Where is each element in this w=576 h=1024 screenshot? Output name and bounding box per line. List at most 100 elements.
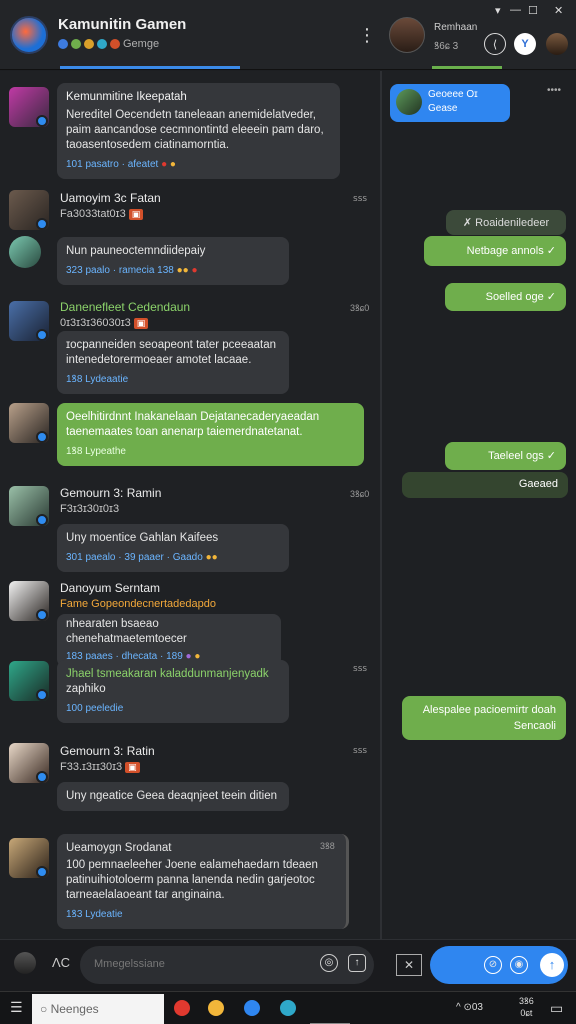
message-meta: Fa3033tat0ɪ3 ▣ <box>60 208 144 220</box>
message-reactions[interactable]: 1ꝸ8 Lydeaatie <box>66 372 280 387</box>
message-sender: Danenefleet Cedendaun <box>60 300 191 314</box>
message-reactions[interactable]: 100 peeledie <box>66 701 280 716</box>
verified-icon <box>36 329 48 341</box>
audio-icon[interactable]: ⊘ <box>484 956 502 974</box>
message-bubble[interactable]: ɪocpanneiden seoapeont tater pceeaatan i… <box>57 331 289 394</box>
message-text: 100 pemnaeleeher Joene ealamehaedarn tde… <box>66 859 318 871</box>
gif-icon[interactable]: ◉ <box>510 956 528 974</box>
message-time: ꜱꜱꜱ <box>353 193 368 203</box>
contact-avatar[interactable] <box>389 17 425 53</box>
message-time: ꜱꜱꜱ <box>353 745 368 755</box>
member-dot-icon <box>84 39 94 49</box>
send-bar[interactable]: ⊘ ◉ ↑ <box>430 946 568 984</box>
attach-icon[interactable]: ↑ <box>348 954 366 972</box>
verified-icon <box>36 609 48 621</box>
message-text: intenedetorermoeaer amotet lacaae. <box>66 354 252 366</box>
right-tab-indicator <box>432 66 502 69</box>
app-icon-chrome[interactable] <box>174 1000 190 1016</box>
message-text: Nereditel Oecendetn taneleaan anemidelat… <box>66 109 316 121</box>
outgoing-message[interactable]: Alespalee pacioemirtr doah Sencaoli <box>402 696 566 740</box>
message-bubble[interactable]: Nun pauneoctemndiidepaiy 323 paalo · ram… <box>57 237 289 285</box>
message-text: Uny moentice Gahlan Kaifees <box>66 532 219 544</box>
message-sender: Uamoyim 3c Fatan <box>60 191 161 205</box>
dropdown-icon[interactable]: ▾ <box>495 4 501 17</box>
outgoing-message[interactable]: Soelled oge ✓ <box>445 283 566 311</box>
group-title: Kamunitin Gamen <box>58 16 187 33</box>
chat-thread[interactable]: Kemunmitine Ikeepatah Nereditel Oecendet… <box>0 71 380 939</box>
taskbar: ☰ ○ Neenges ^ ⊙03 3ꝸ6 0ɕt ▭ <box>0 991 576 1024</box>
app-icon-browser[interactable] <box>244 1000 260 1016</box>
verified-icon <box>36 218 48 230</box>
message-bubble[interactable]: Jhael tsmeakaran kaladdunmanjenyadk zaph… <box>57 660 289 723</box>
app-icon-chat[interactable] <box>280 1000 296 1016</box>
maximize-icon[interactable]: ☐ <box>528 4 538 17</box>
verified-icon <box>36 771 48 783</box>
pinned-avatar <box>396 89 422 115</box>
app-icon-emoji[interactable] <box>208 1000 224 1016</box>
avatar[interactable] <box>9 236 41 268</box>
message-bubble[interactable]: Uny ngeatice Geea deaqnjeet teein ditien <box>57 782 289 811</box>
message-bubble[interactable]: Kemunmitine Ikeepatah Nereditel Oecendet… <box>57 83 340 179</box>
pinned-text: Geoeee Oɪ Gease <box>428 89 478 114</box>
outgoing-message[interactable]: ✗ Roaideniledeer <box>446 210 566 235</box>
member-dot-icon <box>71 39 81 49</box>
start-menu-icon[interactable]: ☰ <box>10 999 23 1016</box>
message-meta: Fame Gopeondecnertadedapdo <box>60 598 216 610</box>
more-options-icon[interactable]: ⋮ <box>358 26 376 44</box>
message-meta: F3ɪ3ɪ30ɪ0ɪ3 <box>60 503 120 515</box>
message-reactions[interactable]: 323 paalo · ramecia 138 ●● ● <box>66 263 280 278</box>
verified-icon <box>36 866 48 878</box>
message-meta: F33.ɪ3ɪɪ30ɪ3 ▣ <box>60 761 140 773</box>
verified-icon <box>36 689 48 701</box>
composer: ɅC Mmegelssiane ◎ ↑ ✕ ⊘ ◉ ↑ <box>0 939 576 991</box>
active-tab-indicator <box>60 66 240 69</box>
message-reactions[interactable]: 1ꝸ3 Lydeatie <box>66 907 337 922</box>
notification-icon[interactable]: ▭ <box>550 1000 563 1017</box>
send-icon[interactable]: ↑ <box>540 953 564 977</box>
profile-icon[interactable]: Y <box>514 33 536 55</box>
outgoing-message[interactable]: Netbage annols ✓ <box>424 236 566 266</box>
message-time: 3ꝸɕ0 <box>350 489 370 499</box>
close-icon[interactable]: ✕ <box>554 4 563 17</box>
clock[interactable]: 3ꝸ6 0ɕt <box>519 995 534 1019</box>
member-dot-icon <box>110 39 120 49</box>
user-avatar-icon[interactable] <box>546 33 568 55</box>
message-text: zaphiko <box>66 683 106 695</box>
member-dot-icon <box>97 39 107 49</box>
message-reactions[interactable]: 301 paealo · 39 paaer · Gaado ●● <box>66 550 280 565</box>
side-chat[interactable]: Geoeee Oɪ Gease •••• ✗ Roaideniledeer Ne… <box>382 71 576 939</box>
outgoing-message[interactable]: Taeleel ogs ✓ <box>445 442 566 470</box>
app-logo <box>10 16 48 54</box>
emoji-icon[interactable]: ◎ <box>320 954 338 972</box>
more-dots-icon[interactable]: •••• <box>547 85 561 96</box>
tray-icons[interactable]: ^ ⊙03 <box>456 1002 483 1013</box>
member-dot-icon <box>58 39 68 49</box>
message-reactions[interactable]: 1ꝸ8 Lypeathe <box>66 444 355 459</box>
message-time: 3ꝸ8 <box>320 841 335 851</box>
message-bubble[interactable]: Oeelhitirdnnt Inakanelaan Dejatanecadery… <box>57 403 364 466</box>
verified-icon <box>36 115 48 127</box>
verified-icon <box>36 514 48 526</box>
message-reactions[interactable]: 101 pasatro · afeatet ● ● <box>66 157 331 172</box>
message-time: 3ꝸɕ0 <box>350 303 370 313</box>
screenshot-icon[interactable]: ✕ <box>396 954 422 976</box>
message-text: taoasentosedem ciatinamorntia. <box>66 139 230 151</box>
group-subtitle: Gemge <box>58 38 159 50</box>
message-text: paim aancandose cecmnontintd eleeein pam… <box>66 124 324 136</box>
message-text: patinuihiotoloerm panna lanenda nedin ga… <box>66 874 315 886</box>
message-text: ɪocpanneiden seoapeont tater pceeaatan <box>66 339 276 351</box>
message-bubble[interactable]: Ueamoygn Srodanat 100 pemnaeleeher Joene… <box>57 834 349 929</box>
outgoing-message[interactable]: Gaeaed <box>402 472 568 498</box>
user-avatar[interactable] <box>14 952 36 974</box>
message-bubble[interactable]: Uny moentice Gahlan Kaifees 301 paealo ·… <box>57 524 289 572</box>
share-icon[interactable]: ⟨ <box>484 33 506 55</box>
message-sender: Gemourn 3: Ratin <box>60 744 155 758</box>
minimize-icon[interactable]: — <box>510 4 521 16</box>
message-text: Oeelhitirdnnt Inakanelaan Dejatanecadery… <box>66 411 320 423</box>
format-icon[interactable]: ɅC <box>52 955 70 970</box>
message-sender: Ueamoygn Srodanat <box>66 842 172 854</box>
message-meta: 0ɪ3ɪ3ɪ36030ɪ3 ▣ <box>60 317 149 329</box>
message-text: Nun pauneoctemndiidepaiy <box>66 245 206 257</box>
pinned-message[interactable]: Geoeee Oɪ Gease <box>390 84 510 122</box>
taskbar-search[interactable]: ○ Neenges <box>32 994 164 1024</box>
